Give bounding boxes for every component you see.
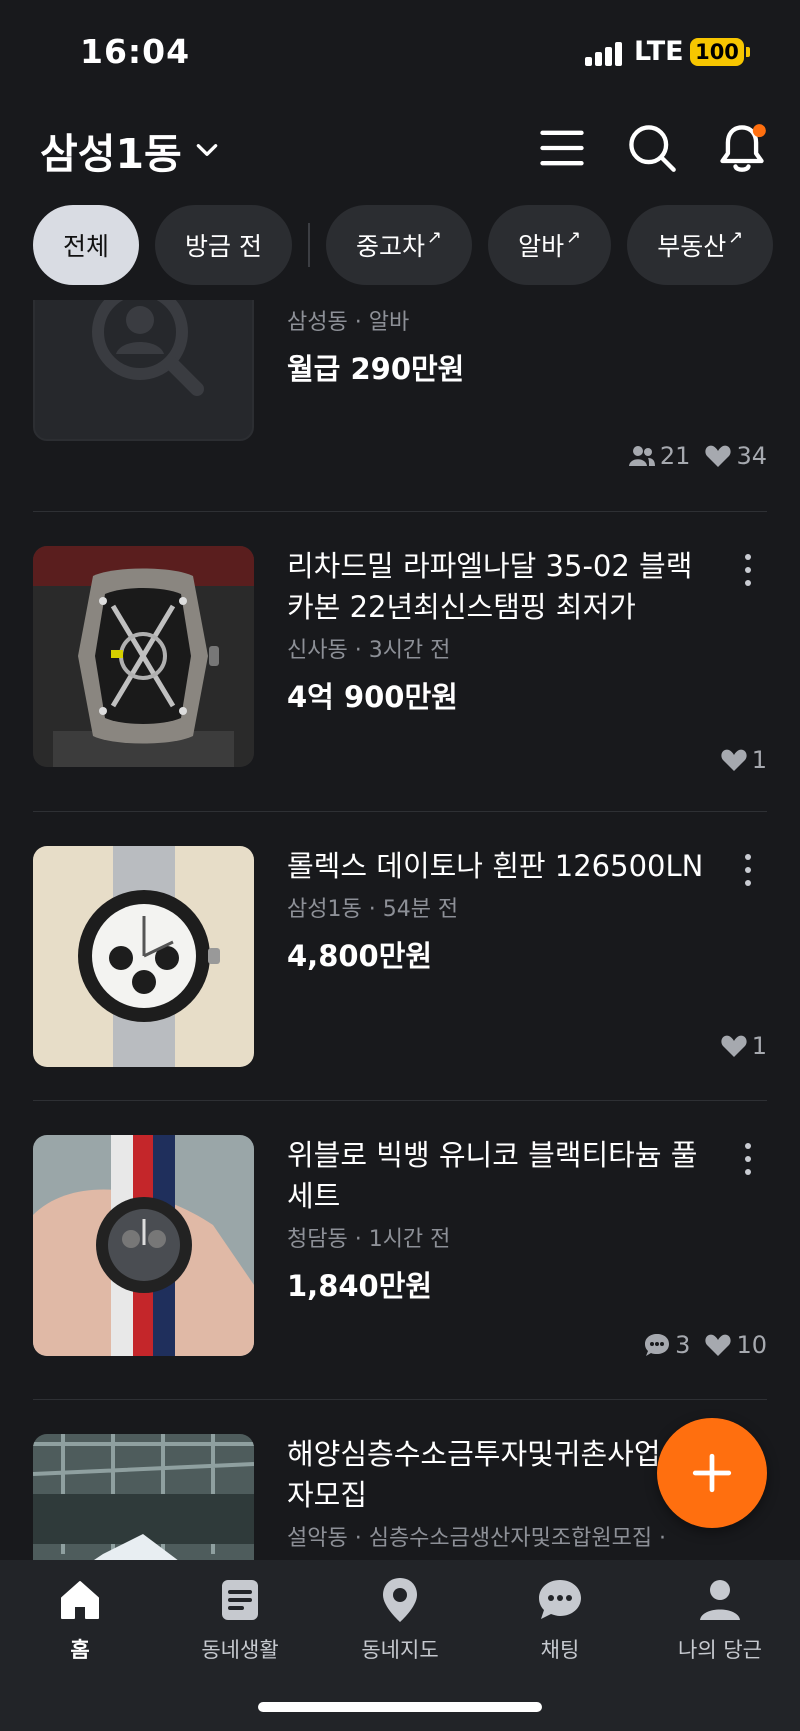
nav-map[interactable]: 동네지도 — [330, 1576, 470, 1664]
heart-icon — [705, 1334, 732, 1356]
item-price: 월급 290만원 — [287, 352, 465, 386]
more-options-icon[interactable] — [733, 552, 763, 588]
nav-community[interactable]: 동네생활 — [170, 1576, 310, 1664]
signal-icon — [585, 40, 625, 66]
item-meta: 청담동 · 1시간 전 — [287, 1227, 451, 1252]
category-chips: 전체 방금 전 중고차 ↗ 알바 ↗ 부동산 ↗ — [0, 203, 800, 287]
community-icon — [216, 1576, 264, 1624]
profile-icon — [696, 1576, 744, 1624]
item-thumbnail-salt-factory — [33, 1434, 254, 1560]
chat-icon — [536, 1576, 584, 1624]
chevron-down-icon — [196, 144, 217, 156]
item-stats: 3 10 — [643, 1331, 767, 1359]
more-options-icon[interactable] — [733, 1141, 763, 1177]
map-pin-icon — [376, 1576, 424, 1624]
list-item[interactable]: 위블로 빅뱅 유니코 블랙티타늄 풀세트 청담동 · 1시간 전 1,840만원… — [33, 1135, 767, 1395]
item-thumbnail-hublot-big-bang — [33, 1135, 254, 1356]
home-icon — [56, 1576, 104, 1624]
item-thumbnail-richard-mille — [33, 546, 254, 767]
likes-count: 1 — [751, 746, 767, 774]
chip-used-cars[interactable]: 중고차 ↗ — [325, 205, 473, 285]
list-divider — [33, 511, 767, 512]
chip-all[interactable]: 전체 — [33, 205, 140, 285]
status-bar: 16:04 LTE 100 — [0, 0, 800, 100]
status-time: 16:04 — [80, 32, 191, 71]
chip-real-estate[interactable]: 부동산 ↗ — [627, 205, 774, 285]
item-price: 4억 900만원 — [287, 680, 458, 714]
external-link-icon: ↗ — [566, 226, 582, 248]
chats-count: 3 — [675, 1331, 691, 1359]
item-stats: 21 34 — [628, 442, 767, 470]
list-item[interactable]: 리차드밀 라파엘나달 35-02 블랙 카본 22년최신스탬핑 최저가 신사동 … — [33, 546, 767, 806]
menu-icon[interactable] — [536, 122, 588, 174]
app-header: 삼성1동 — [0, 110, 800, 190]
item-price: 4,800만원 — [287, 939, 433, 973]
list-divider — [33, 1399, 767, 1400]
item-title: 해양심층수소금투자및귀촌사업생산자모집 — [287, 1437, 714, 1512]
participants-count: 21 — [659, 442, 691, 470]
list-item[interactable]: 롤렉스 데이토나 흰판 126500LN 삼성1동 · 54분 전 4,800만… — [33, 846, 767, 1106]
item-price: 1,840만원 — [287, 1269, 433, 1303]
chat-bubble-icon — [645, 1334, 670, 1356]
item-title: 롤렉스 데이토나 흰판 126500LN — [287, 849, 704, 883]
external-link-icon: ↗ — [728, 226, 744, 248]
item-thumbnail-rolex-daytona — [33, 846, 254, 1067]
nav-chat[interactable]: 채팅 — [490, 1576, 630, 1664]
listing-feed[interactable]: 삼성동 · 알바 월급 290만원 21 34 리차드밀 라파엘나달 35-02… — [0, 300, 800, 1560]
nav-home[interactable]: 홈 — [10, 1576, 150, 1664]
list-divider — [33, 1100, 767, 1101]
participants-icon — [628, 446, 655, 466]
plus-icon — [692, 1453, 732, 1493]
list-item[interactable]: 해양심층수소금투자및귀촌사업생산자모집 설악동 · 심층수소금생산자및조합원모집… — [33, 1434, 767, 1560]
chip-just-now[interactable]: 방금 전 — [155, 205, 292, 285]
item-stats: 1 — [720, 746, 767, 774]
item-title: 리차드밀 라파엘나달 35-02 블랙 카본 22년최신스탬핑 최저가 — [287, 549, 693, 624]
item-title: 위블로 빅뱅 유니코 블랙티타늄 풀세트 — [287, 1138, 698, 1213]
chip-part-time-jobs[interactable]: 알바 ↗ — [488, 205, 612, 285]
heart-icon — [721, 1035, 747, 1057]
search-icon[interactable] — [626, 122, 678, 174]
search-person-icon — [92, 300, 204, 396]
heart-icon — [721, 749, 747, 771]
likes-count: 10 — [736, 1331, 767, 1359]
external-link-icon: ↗ — [426, 226, 443, 248]
item-meta: 설악동 · 심층수소금생산자및조합원모집 · — [287, 1526, 667, 1551]
network-label: LTE — [634, 36, 684, 67]
home-indicator — [258, 1702, 542, 1712]
item-stats: 1 — [720, 1032, 767, 1060]
item-meta: 삼성1동 · 54분 전 — [287, 897, 459, 922]
likes-count: 1 — [751, 1032, 767, 1060]
location-selector[interactable]: 삼성1동 — [40, 120, 220, 180]
chip-divider — [307, 223, 310, 267]
likes-count: 34 — [736, 442, 767, 470]
write-post-button[interactable] — [657, 1418, 767, 1528]
more-options-icon[interactable] — [733, 852, 763, 888]
item-meta: 신사동 · 3시간 전 — [287, 638, 451, 663]
list-item[interactable]: 삼성동 · 알바 월급 290만원 21 34 — [33, 300, 767, 480]
item-meta: 삼성동 · 알바 — [287, 310, 410, 335]
battery-icon: 100 — [690, 38, 750, 66]
notification-bell-icon[interactable] — [716, 122, 768, 174]
location-label: 삼성1동 — [40, 130, 182, 178]
heart-icon — [705, 445, 732, 467]
list-divider — [33, 811, 767, 812]
nav-my-profile[interactable]: 나의 당근 — [650, 1576, 790, 1664]
placeholder-thumbnail — [33, 300, 254, 441]
